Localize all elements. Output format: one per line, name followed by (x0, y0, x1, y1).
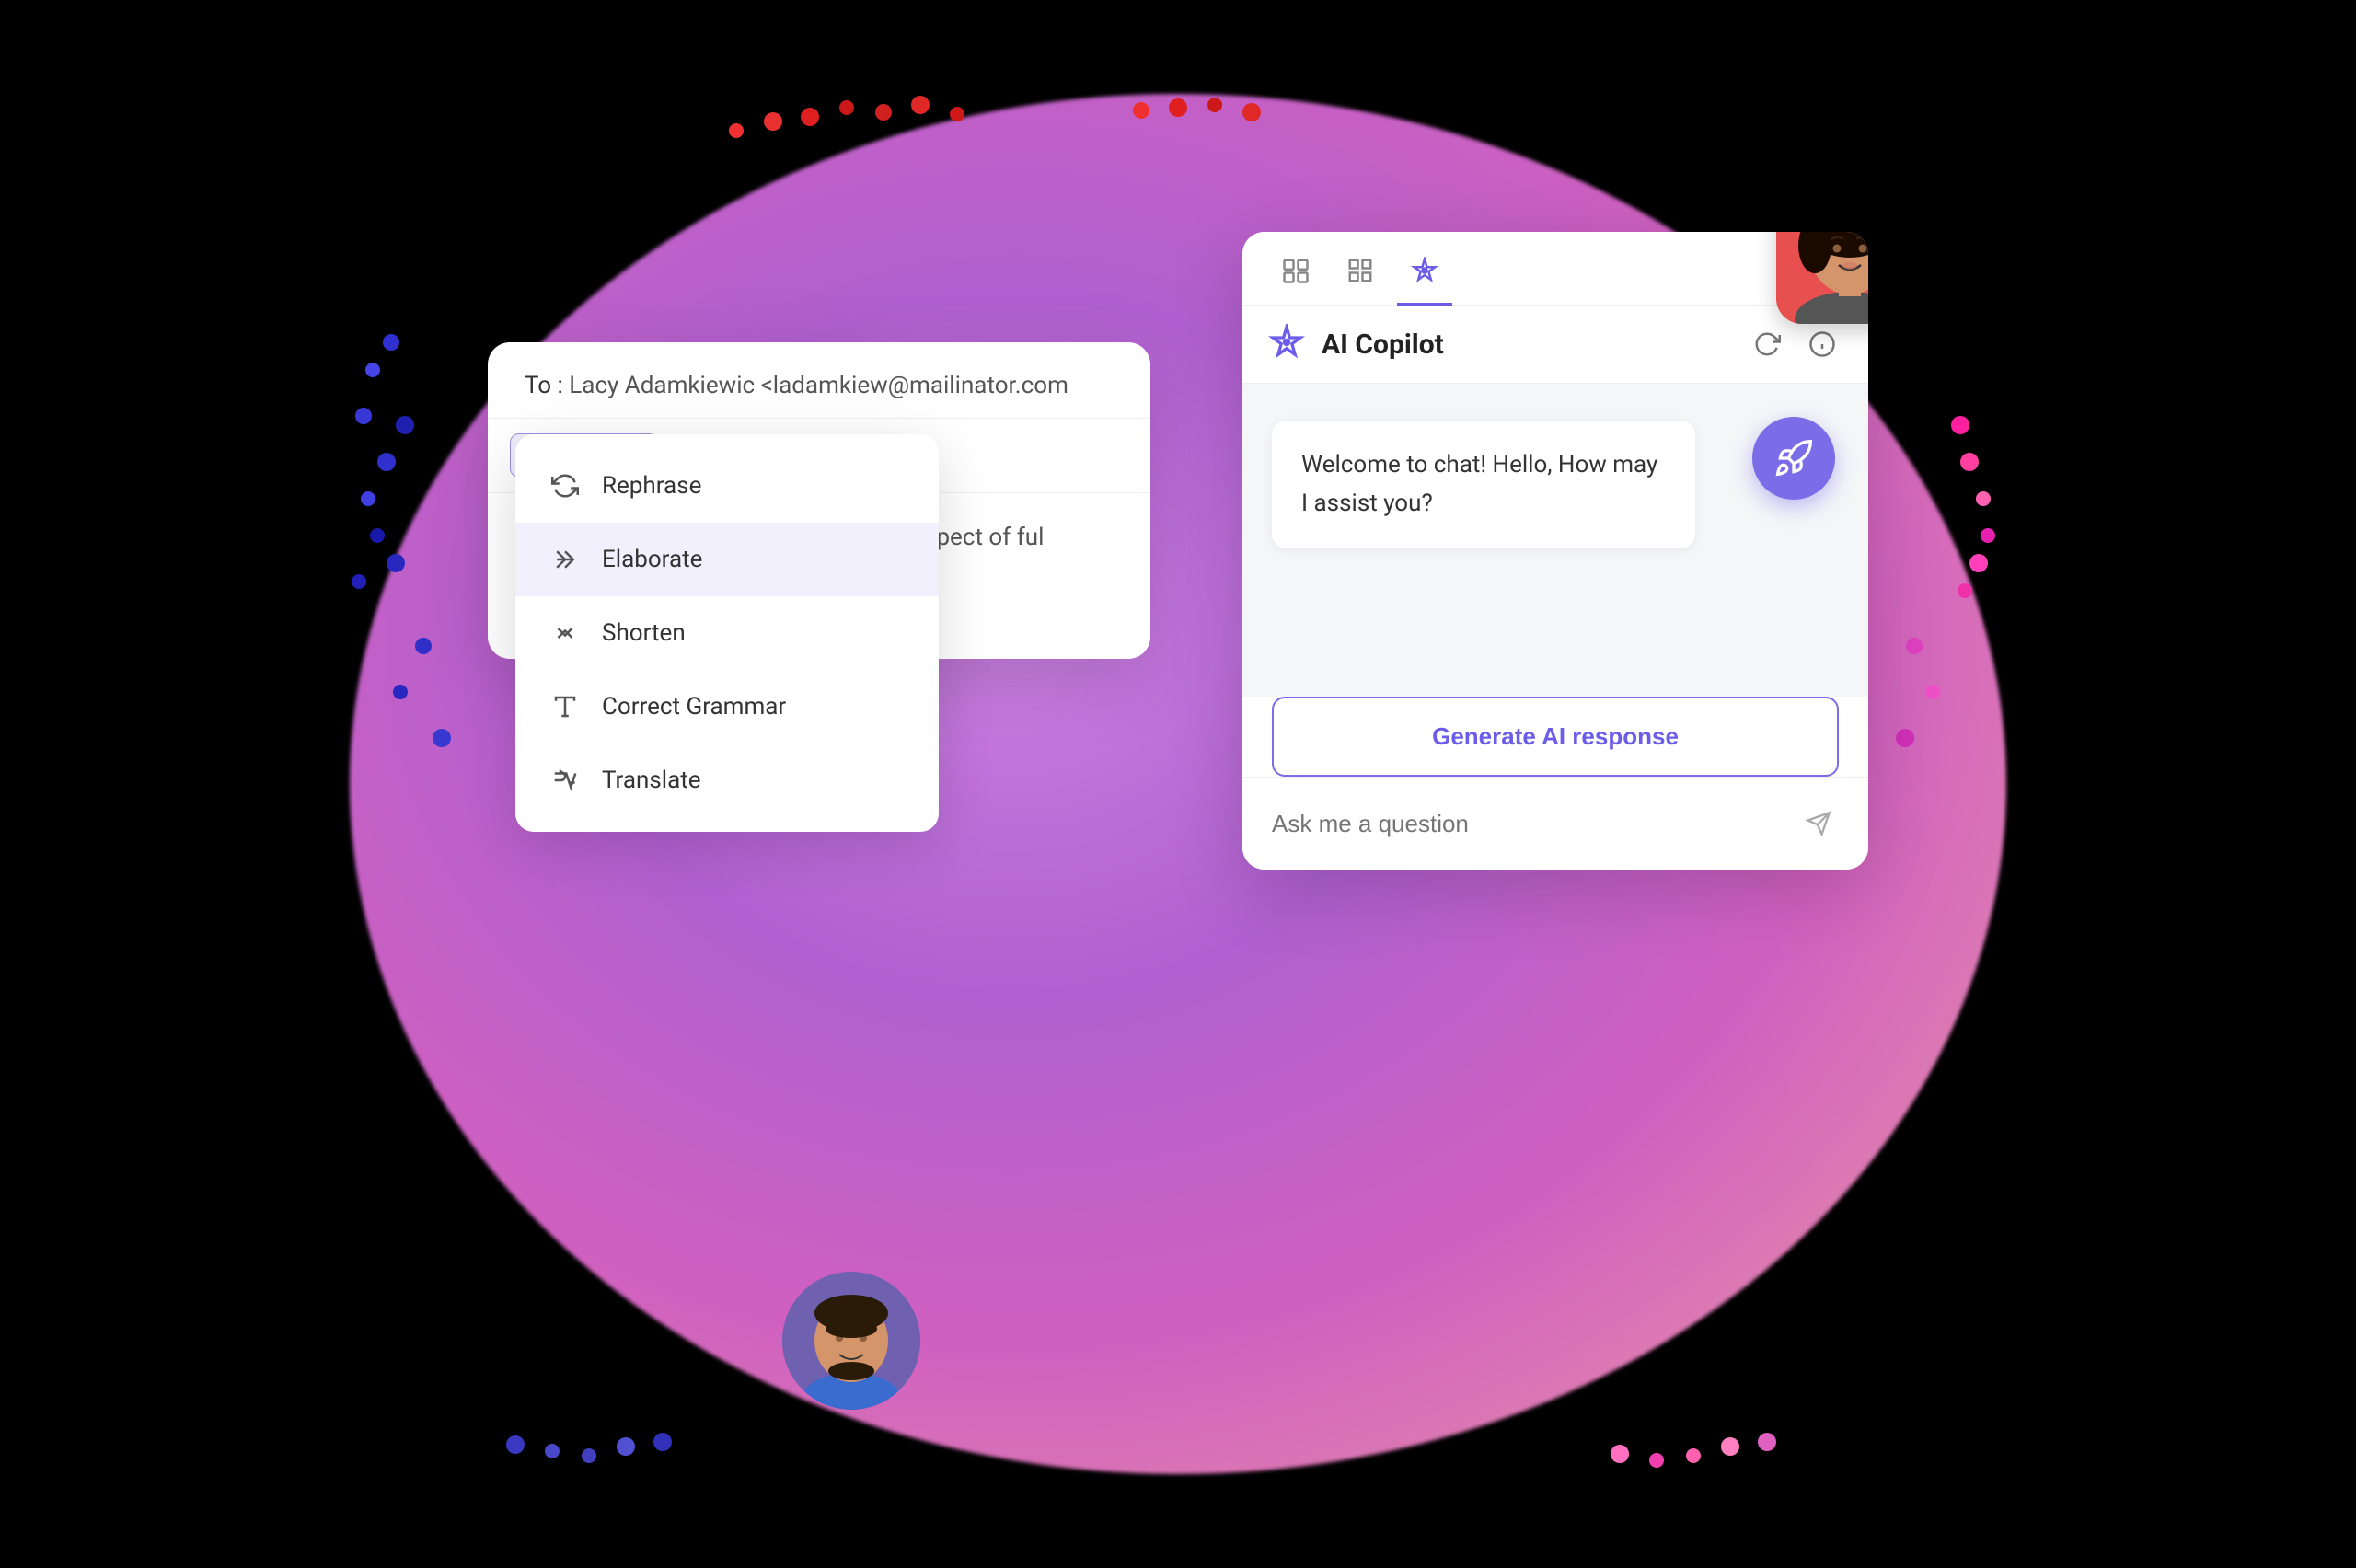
menu-item-elaborate[interactable]: Elaborate (515, 523, 939, 596)
shorten-label: Shorten (602, 619, 686, 647)
refresh-button[interactable] (1747, 324, 1787, 364)
translate-icon (549, 764, 582, 797)
copilot-header: AI Copilot (1242, 306, 1868, 384)
menu-item-correct-grammar[interactable]: Correct Grammar (515, 670, 939, 744)
tab-grid1[interactable] (1268, 250, 1323, 306)
chat-welcome-message: Welcome to chat! Hello, How may I assist… (1272, 421, 1695, 548)
tab-grid2[interactable] (1333, 250, 1388, 306)
elaborate-label: Elaborate (602, 546, 702, 573)
menu-item-rephrase[interactable]: Rephrase (515, 449, 939, 523)
correct-grammar-label: Correct Grammar (602, 693, 786, 721)
to-label: To : (525, 372, 563, 399)
tab-ai-copilot[interactable] (1397, 250, 1452, 306)
translate-label: Translate (602, 767, 701, 794)
rocket-action-button[interactable] (1752, 417, 1835, 500)
rephrase-label: Rephrase (602, 472, 701, 500)
copilot-logo-icon (1268, 324, 1309, 364)
header-actions (1747, 324, 1842, 364)
copilot-chat-body: Welcome to chat! Hello, How may I assist… (1242, 384, 1868, 697)
menu-item-translate[interactable]: Translate (515, 744, 939, 817)
content-wrapper: To : Lacy Adamkiewic <ladamkiew@mailinat… (488, 232, 1868, 1336)
send-message-button[interactable] (1798, 803, 1839, 844)
copilot-title: AI Copilot (1322, 329, 1444, 361)
to-address: Lacy Adamkiewic <ladamkiew@mailinator.co… (569, 372, 1068, 399)
user-avatar-woman (1776, 232, 1868, 324)
ask-question-input[interactable] (1272, 810, 1798, 838)
email-header: To : Lacy Adamkiewic <ladamkiew@mailinat… (488, 342, 1150, 419)
ai-assists-dropdown: Rephrase Elaborate Shorten (515, 434, 939, 832)
copilot-tab-bar: » (1242, 232, 1868, 306)
ai-copilot-panel: » AI Copilot (1242, 232, 1868, 870)
copilot-title-row: AI Copilot (1268, 324, 1747, 364)
copilot-footer (1242, 777, 1868, 870)
user-avatar-man (782, 1272, 920, 1410)
grammar-icon (549, 690, 582, 723)
email-to-field: To : Lacy Adamkiewic <ladamkiew@mailinat… (525, 372, 1114, 399)
shorten-icon (549, 617, 582, 650)
info-button[interactable] (1802, 324, 1842, 364)
elaborate-icon (549, 543, 582, 576)
generate-ai-response-button[interactable]: Generate AI response (1272, 697, 1839, 777)
rephrase-icon (549, 469, 582, 502)
menu-item-shorten[interactable]: Shorten (515, 596, 939, 670)
